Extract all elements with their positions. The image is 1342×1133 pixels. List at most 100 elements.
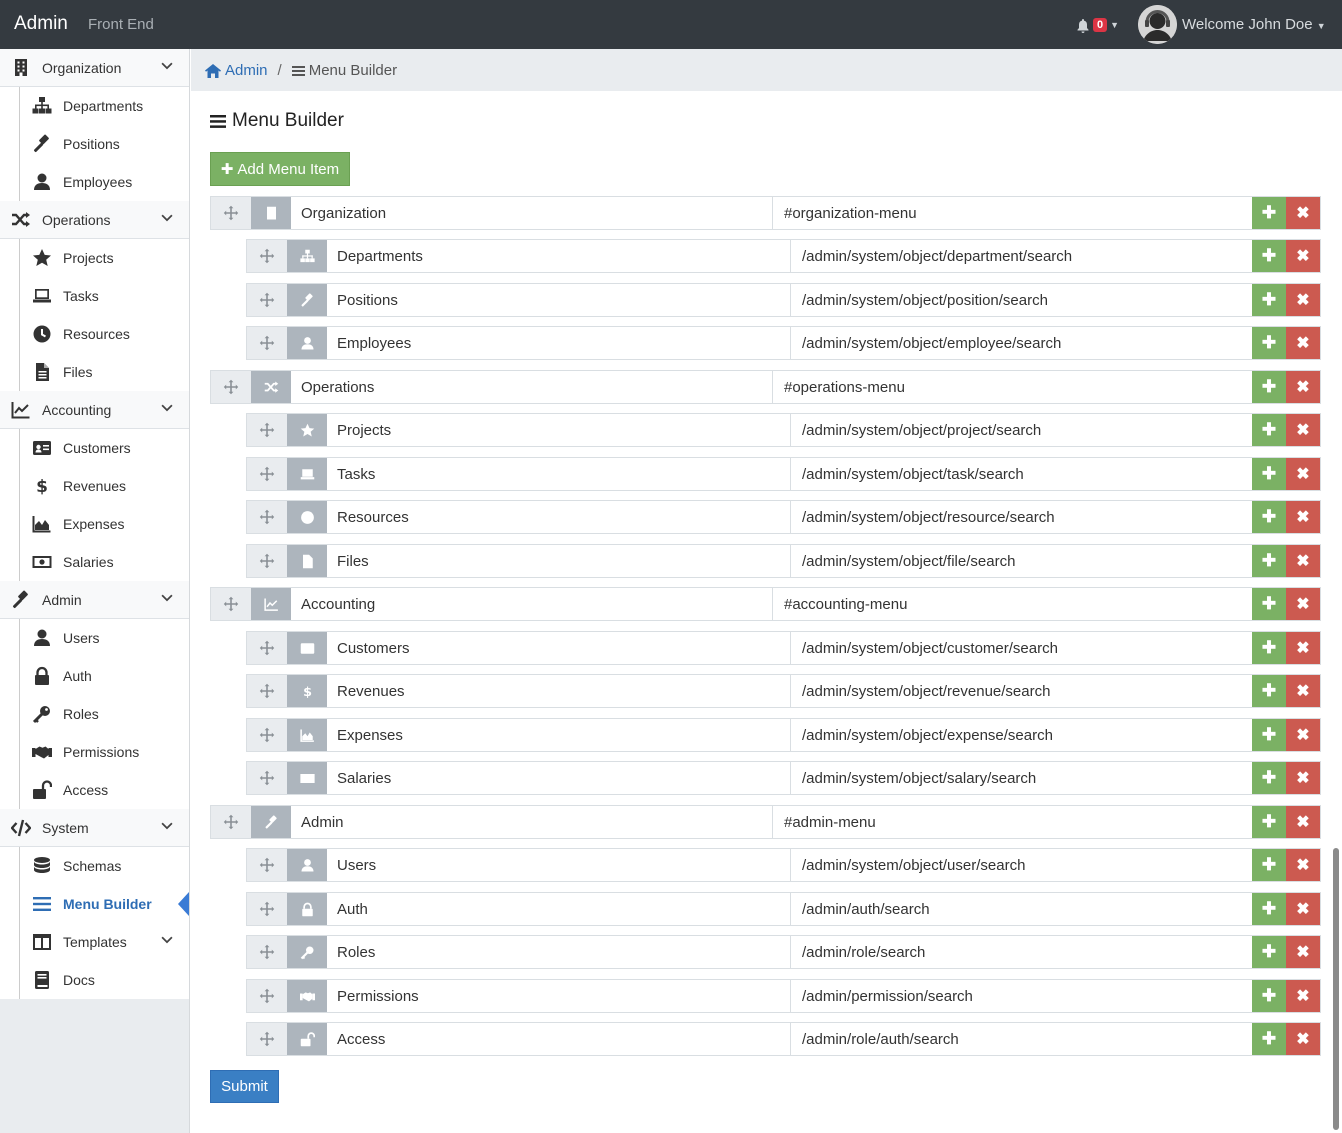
add-child-button[interactable]: ✚ xyxy=(1252,675,1286,707)
menu-label-input[interactable]: Files xyxy=(327,545,791,577)
menu-label-input[interactable]: Resources xyxy=(327,501,791,533)
icon-picker-button[interactable] xyxy=(251,588,291,620)
user-menu-dropdown[interactable]: Welcome John Doe ▼ xyxy=(1182,16,1326,33)
add-menu-item-button[interactable]: ✚ Add Menu Item xyxy=(210,152,350,186)
sidebar-group-operations[interactable]: Operations xyxy=(0,201,189,239)
sidebar-item-users[interactable]: Users xyxy=(0,619,189,657)
menu-url-input[interactable]: /admin/permission/search xyxy=(791,980,1252,1012)
sidebar-item-docs[interactable]: Docs xyxy=(0,961,189,999)
menu-url-input[interactable]: /admin/system/object/expense/search xyxy=(791,719,1252,751)
add-child-button[interactable]: ✚ xyxy=(1252,719,1286,751)
sidebar-item-expenses[interactable]: Expenses xyxy=(0,505,189,543)
add-child-button[interactable]: ✚ xyxy=(1252,588,1286,620)
menu-label-input[interactable]: Auth xyxy=(327,893,791,925)
scrollbar[interactable] xyxy=(1333,848,1339,1130)
menu-url-input[interactable]: /admin/role/search xyxy=(791,936,1252,968)
delete-item-button[interactable]: ✖ xyxy=(1286,1023,1320,1055)
drag-handle[interactable] xyxy=(211,371,251,403)
sidebar-item-revenues[interactable]: $ Revenues xyxy=(0,467,189,505)
menu-url-input[interactable]: /admin/system/object/file/search xyxy=(791,545,1252,577)
delete-item-button[interactable]: ✖ xyxy=(1286,675,1320,707)
delete-item-button[interactable]: ✖ xyxy=(1286,284,1320,316)
icon-picker-button[interactable] xyxy=(287,1023,327,1055)
icon-picker-button[interactable] xyxy=(287,327,327,359)
delete-item-button[interactable]: ✖ xyxy=(1286,719,1320,751)
add-child-button[interactable]: ✚ xyxy=(1252,632,1286,664)
menu-url-input[interactable]: /admin/system/object/salary/search xyxy=(791,762,1252,794)
drag-handle[interactable] xyxy=(247,284,287,316)
menu-label-input[interactable]: Users xyxy=(327,849,791,881)
menu-label-input[interactable]: Accounting xyxy=(291,588,773,620)
menu-label-input[interactable]: Tasks xyxy=(327,458,791,490)
drag-handle[interactable] xyxy=(211,588,251,620)
delete-item-button[interactable]: ✖ xyxy=(1286,806,1320,838)
delete-item-button[interactable]: ✖ xyxy=(1286,849,1320,881)
menu-url-input[interactable]: /admin/system/object/department/search xyxy=(791,240,1252,272)
delete-item-button[interactable]: ✖ xyxy=(1286,240,1320,272)
icon-picker-button[interactable] xyxy=(287,762,327,794)
add-child-button[interactable]: ✚ xyxy=(1252,327,1286,359)
sidebar-item-salaries[interactable]: Salaries xyxy=(0,543,189,581)
drag-handle[interactable] xyxy=(247,240,287,272)
sidebar-item-positions[interactable]: Positions xyxy=(0,125,189,163)
sidebar-item-employees[interactable]: Employees xyxy=(0,163,189,201)
delete-item-button[interactable]: ✖ xyxy=(1286,588,1320,620)
menu-label-input[interactable]: Organization xyxy=(291,197,773,229)
front-end-link[interactable]: Front End xyxy=(88,16,154,33)
menu-label-input[interactable]: Access xyxy=(327,1023,791,1055)
drag-handle[interactable] xyxy=(247,327,287,359)
sidebar-item-schemas[interactable]: Schemas xyxy=(0,847,189,885)
sidebar-item-menu-builder[interactable]: Menu Builder xyxy=(0,885,189,923)
sidebar-group-admin[interactable]: Admin xyxy=(0,581,189,619)
menu-url-input[interactable]: /admin/system/object/employee/search xyxy=(791,327,1252,359)
add-child-button[interactable]: ✚ xyxy=(1252,240,1286,272)
icon-picker-button[interactable] xyxy=(287,414,327,446)
icon-picker-button[interactable] xyxy=(287,893,327,925)
delete-item-button[interactable]: ✖ xyxy=(1286,414,1320,446)
drag-handle[interactable] xyxy=(247,414,287,446)
sidebar-item-files[interactable]: Files xyxy=(0,353,189,391)
drag-handle[interactable] xyxy=(247,936,287,968)
drag-handle[interactable] xyxy=(247,545,287,577)
menu-label-input[interactable]: Expenses xyxy=(327,719,791,751)
breadcrumb-home-link[interactable]: Admin xyxy=(205,62,268,79)
drag-handle[interactable] xyxy=(247,632,287,664)
menu-url-input[interactable]: /admin/system/object/resource/search xyxy=(791,501,1252,533)
add-child-button[interactable]: ✚ xyxy=(1252,762,1286,794)
delete-item-button[interactable]: ✖ xyxy=(1286,327,1320,359)
delete-item-button[interactable]: ✖ xyxy=(1286,762,1320,794)
drag-handle[interactable] xyxy=(247,501,287,533)
sidebar-item-permissions[interactable]: Permissions xyxy=(0,733,189,771)
delete-item-button[interactable]: ✖ xyxy=(1286,936,1320,968)
icon-picker-button[interactable] xyxy=(287,849,327,881)
menu-url-input[interactable]: /admin/system/object/user/search xyxy=(791,849,1252,881)
drag-handle[interactable] xyxy=(247,893,287,925)
icon-picker-button[interactable]: $ xyxy=(287,675,327,707)
add-child-button[interactable]: ✚ xyxy=(1252,458,1286,490)
icon-picker-button[interactable] xyxy=(287,501,327,533)
drag-handle[interactable] xyxy=(247,719,287,751)
menu-label-input[interactable]: Roles xyxy=(327,936,791,968)
menu-label-input[interactable]: Permissions xyxy=(327,980,791,1012)
delete-item-button[interactable]: ✖ xyxy=(1286,980,1320,1012)
delete-item-button[interactable]: ✖ xyxy=(1286,632,1320,664)
icon-picker-button[interactable] xyxy=(287,545,327,577)
drag-handle[interactable] xyxy=(247,849,287,881)
menu-label-input[interactable]: Operations xyxy=(291,371,773,403)
menu-url-input[interactable]: /admin/system/object/project/search xyxy=(791,414,1252,446)
add-child-button[interactable]: ✚ xyxy=(1252,806,1286,838)
delete-item-button[interactable]: ✖ xyxy=(1286,501,1320,533)
sidebar-item-projects[interactable]: Projects xyxy=(0,239,189,277)
sidebar-item-customers[interactable]: Customers xyxy=(0,429,189,467)
add-child-button[interactable]: ✚ xyxy=(1252,414,1286,446)
drag-handle[interactable] xyxy=(211,806,251,838)
sidebar-item-roles[interactable]: Roles xyxy=(0,695,189,733)
sidebar-item-tasks[interactable]: Tasks xyxy=(0,277,189,315)
icon-picker-button[interactable] xyxy=(251,371,291,403)
add-child-button[interactable]: ✚ xyxy=(1252,501,1286,533)
sidebar-item-resources[interactable]: Resources xyxy=(0,315,189,353)
add-child-button[interactable]: ✚ xyxy=(1252,545,1286,577)
add-child-button[interactable]: ✚ xyxy=(1252,980,1286,1012)
menu-label-input[interactable]: Employees xyxy=(327,327,791,359)
delete-item-button[interactable]: ✖ xyxy=(1286,371,1320,403)
